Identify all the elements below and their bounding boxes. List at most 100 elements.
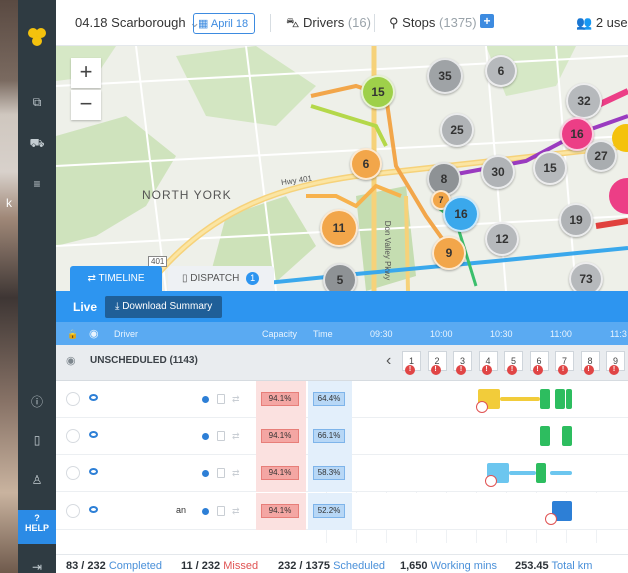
stop-cluster[interactable]: 12	[485, 222, 519, 256]
map[interactable]: + − NORTH YORK Hwy 401 401 Don Valley Pk…	[56, 46, 628, 291]
stop-cluster[interactable]: 5	[323, 263, 357, 291]
phone-icon[interactable]	[217, 394, 225, 404]
timeline-icon: ⇄	[87, 273, 96, 284]
stop-cluster[interactable]: 6	[485, 55, 517, 87]
car-icon: ⛍	[286, 15, 300, 30]
zoom-in-button[interactable]: +	[71, 58, 101, 88]
lock-icon[interactable]: 🔒	[67, 329, 78, 340]
capacity-cell: 94.1%	[256, 455, 306, 492]
completed-label: Completed	[108, 560, 163, 572]
tab-dispatch[interactable]: ▯ DISPATCH 1	[168, 266, 274, 291]
eye-icon[interactable]: ◉	[89, 327, 99, 340]
stops-count: (1375)	[439, 15, 477, 30]
lock-icon[interactable]	[66, 392, 80, 406]
alert-icon: !	[430, 365, 441, 375]
lock-icon[interactable]	[66, 466, 80, 480]
drivers-count: (16)	[347, 15, 371, 30]
download-summary-label: Download Summary	[122, 301, 213, 312]
eye-icon[interactable]: ◉	[66, 354, 76, 367]
download-icon: ⤓	[115, 301, 120, 312]
lock-icon[interactable]	[66, 504, 80, 518]
stop-cluster[interactable]: 16	[443, 196, 479, 232]
stop-cluster[interactable]: 9	[432, 236, 466, 270]
capacity-value: 94.1%	[261, 392, 299, 406]
copy-icon[interactable]: ⧉	[18, 95, 56, 110]
help-label: HELP	[24, 523, 49, 533]
swap-icon[interactable]: ⇄	[232, 394, 240, 404]
eye-icon[interactable]	[89, 431, 98, 438]
stop-cluster[interactable]: 73	[569, 262, 603, 291]
scheduled-label: Scheduled	[333, 560, 386, 572]
timeline-segment[interactable]	[500, 397, 540, 401]
timeline-segment[interactable]	[536, 463, 546, 483]
unscheduled-row[interactable]: ◉ UNSCHEDULED (1143) ‹ 1! 2! 3! 4! 5! 6! 7! 8! 9…	[56, 345, 628, 381]
column-time[interactable]: Time	[313, 329, 333, 339]
phone-icon[interactable]	[217, 468, 225, 478]
add-stop-button[interactable]: +	[480, 14, 494, 28]
pin-icon: ⚲	[389, 15, 399, 30]
help-button[interactable]: ? HELP	[18, 510, 56, 544]
download-summary-button[interactable]: ⤓ Download Summary	[105, 296, 223, 318]
top-bar: 04.18 Scarborough ⌄ ▦ April 18 ⛍ Drivers…	[56, 0, 628, 46]
user-icon[interactable]: ♙	[18, 473, 56, 487]
timeline-segment[interactable]	[550, 471, 572, 475]
eye-icon[interactable]	[89, 468, 98, 475]
road-label: Don Valley Pkwy	[383, 220, 393, 281]
alert-icon: !	[583, 365, 594, 375]
driver-color-dot	[202, 433, 209, 440]
column-capacity[interactable]: Capacity	[262, 329, 297, 339]
zoom-out-button[interactable]: −	[71, 90, 101, 120]
timeline-segment[interactable]	[509, 471, 536, 475]
stops-label: Stops	[402, 15, 436, 30]
stop-cluster[interactable]: 30	[481, 155, 515, 189]
alert-icon: !	[456, 365, 466, 375]
swap-icon[interactable]: ⇄	[232, 506, 240, 516]
time-value: 64.4%	[313, 392, 345, 406]
stop-cluster[interactable]: 32	[566, 83, 602, 119]
timeline-segment[interactable]	[540, 389, 550, 409]
swap-icon[interactable]: ⇄	[232, 431, 240, 441]
info-icon[interactable]: ⓘ	[18, 393, 56, 410]
driver-row[interactable]: ⇄ 94.1% 66.1%	[56, 418, 628, 455]
stop-cluster[interactable]: 15	[533, 151, 567, 185]
timeline-segment[interactable]	[540, 426, 550, 446]
column-driver[interactable]: Driver	[114, 329, 138, 339]
eye-icon[interactable]	[89, 506, 98, 513]
working-label: Working mins	[430, 560, 498, 572]
date-picker[interactable]: ▦ April 18	[193, 13, 256, 34]
driver-row[interactable]: an ⇄ 94.1% 52.2%	[56, 493, 628, 530]
stop-cluster[interactable]: 27	[585, 140, 617, 172]
sidebar: ⧉ ⛟ ≡ ⓘ ▯ ♙ ? HELP ⇥	[18, 0, 56, 573]
drivers-summary[interactable]: ⛍ Drivers (16)	[286, 15, 371, 33]
stop-cluster[interactable]: 25	[440, 113, 474, 147]
phone-icon[interactable]	[217, 506, 225, 516]
driver-row[interactable]: ⇄ 94.1% 64.4%	[56, 381, 628, 418]
time-value: 66.1%	[313, 429, 345, 443]
phone-icon[interactable]	[217, 431, 225, 441]
driver-row[interactable]: ⇄ 94.1% 58.3%	[56, 455, 628, 492]
stop-cluster[interactable]: 35	[427, 58, 463, 94]
tab-timeline[interactable]: ⇄ TIMELINE	[70, 266, 162, 291]
stop-cluster[interactable]: 19	[559, 203, 593, 237]
stop-cluster[interactable]: 11	[320, 209, 358, 247]
route-list-icon[interactable]: ≡	[18, 177, 56, 191]
route-selector[interactable]: 04.18 Scarborough ⌄	[75, 15, 200, 31]
time-cell: 52.2%	[308, 493, 352, 530]
lock-icon[interactable]	[66, 429, 80, 443]
stops-summary[interactable]: ⚲ Stops (1375)	[389, 15, 477, 31]
stop-cluster[interactable]: 15	[361, 75, 395, 109]
chevron-left-icon[interactable]: ‹	[386, 352, 391, 370]
timeline-segment[interactable]	[566, 389, 572, 409]
users-summary[interactable]: 👥 2 users	[576, 15, 628, 31]
truck-icon[interactable]: ⛟	[18, 136, 56, 152]
swap-icon[interactable]: ⇄	[232, 468, 240, 478]
stop-cluster[interactable]: 6	[350, 148, 382, 180]
logout-icon[interactable]: ⇥	[18, 560, 56, 573]
timeline-segment[interactable]	[562, 426, 572, 446]
timeline-segment[interactable]	[555, 389, 565, 409]
summary-bar: 83 / 232 Completed 11 / 232 Missed 232 /…	[56, 554, 628, 573]
users-icon: 👥	[576, 15, 593, 30]
device-icon[interactable]: ▯	[18, 433, 56, 447]
eye-icon[interactable]	[89, 394, 98, 401]
scheduled-stat: 232 / 1375 Scheduled	[278, 560, 385, 572]
